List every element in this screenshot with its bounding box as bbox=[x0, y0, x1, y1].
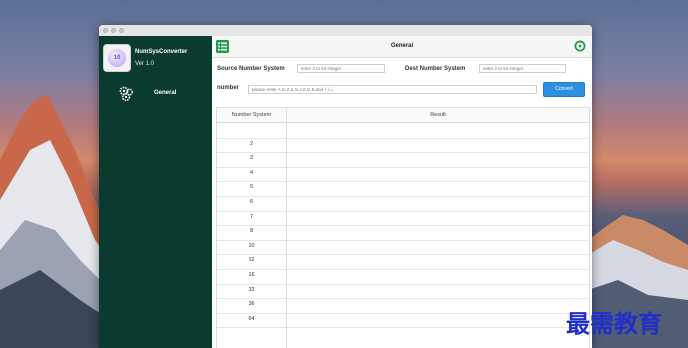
source-number-system-label: Source Number System bbox=[217, 66, 285, 72]
column-divider bbox=[286, 108, 287, 348]
number-input[interactable] bbox=[248, 85, 537, 94]
table-row[interactable]: 2 bbox=[217, 138, 589, 154]
column-header-result[interactable]: Result bbox=[287, 112, 589, 118]
table-row[interactable]: 6 bbox=[217, 196, 589, 212]
number-system-cell: 12 bbox=[248, 257, 255, 264]
app-version: Ver 1.0 bbox=[135, 61, 155, 67]
close-window-button[interactable] bbox=[103, 28, 108, 33]
source-number-system-input[interactable] bbox=[297, 64, 385, 73]
refresh-icon[interactable] bbox=[574, 40, 586, 52]
dest-number-system-label: Dest Number System bbox=[405, 66, 466, 72]
app-window: 10 NumSysConverter Ver 1.0 General Gener… bbox=[99, 25, 592, 348]
watermark: 最需教育 bbox=[566, 309, 662, 338]
table-row[interactable]: 4 bbox=[217, 167, 589, 183]
page-title: General bbox=[390, 43, 414, 49]
table-row[interactable]: 12 bbox=[217, 254, 589, 270]
results-table: Number System Result 2 3 4 5 6 7 8 10 12 16 32 36 64 bbox=[216, 107, 590, 348]
number-label: number bbox=[217, 85, 240, 91]
number-system-cell: 5 bbox=[249, 184, 254, 191]
header-bar: General bbox=[212, 36, 592, 58]
table-row[interactable]: 32 bbox=[217, 284, 589, 300]
table-row[interactable]: 8 bbox=[217, 225, 589, 241]
table-row[interactable]: 5 bbox=[217, 181, 589, 197]
number-system-cell: 64 bbox=[248, 315, 255, 322]
convert-button[interactable]: Convert bbox=[543, 82, 585, 97]
number-system-cell: 36 bbox=[248, 301, 255, 308]
window-titlebar[interactable] bbox=[99, 25, 592, 36]
table-header: Number System Result bbox=[217, 108, 589, 123]
table-row[interactable]: 16 bbox=[217, 269, 589, 285]
number-system-cell: 4 bbox=[249, 169, 254, 176]
sidebar-item-label: General bbox=[154, 90, 177, 96]
sidebar-item-general[interactable]: General bbox=[99, 85, 212, 103]
minimize-window-button[interactable] bbox=[111, 28, 116, 33]
app-name: NumSysConverter bbox=[135, 49, 188, 55]
mountain-right bbox=[588, 215, 688, 348]
number-system-cell: 7 bbox=[249, 213, 254, 220]
number-system-cell: 2 bbox=[249, 140, 254, 147]
table-row[interactable]: 3 bbox=[217, 152, 589, 168]
number-system-cell: 3 bbox=[249, 155, 254, 162]
app-logo-icon: 10 bbox=[108, 49, 126, 67]
number-system-cell: 32 bbox=[248, 286, 255, 293]
table-row[interactable]: 36 bbox=[217, 298, 589, 314]
number-system-cell: 10 bbox=[248, 242, 255, 249]
mountain-left bbox=[0, 95, 110, 348]
table-row[interactable] bbox=[217, 123, 589, 139]
sidebar: 10 NumSysConverter Ver 1.0 General bbox=[99, 36, 212, 348]
number-system-cell: 16 bbox=[248, 272, 255, 278]
table-row[interactable]: 7 bbox=[217, 211, 589, 227]
app-logo: 10 bbox=[103, 44, 131, 72]
gear-cluster-icon bbox=[119, 86, 133, 102]
table-row[interactable]: 64 bbox=[217, 313, 589, 329]
number-system-cell: 8 bbox=[249, 228, 254, 235]
dest-number-system-input[interactable] bbox=[479, 64, 566, 73]
number-system-cell: 6 bbox=[249, 199, 254, 205]
column-header-number-system[interactable]: Number System bbox=[217, 112, 286, 118]
table-row[interactable]: 10 bbox=[217, 240, 589, 256]
zoom-window-button[interactable] bbox=[119, 28, 124, 33]
